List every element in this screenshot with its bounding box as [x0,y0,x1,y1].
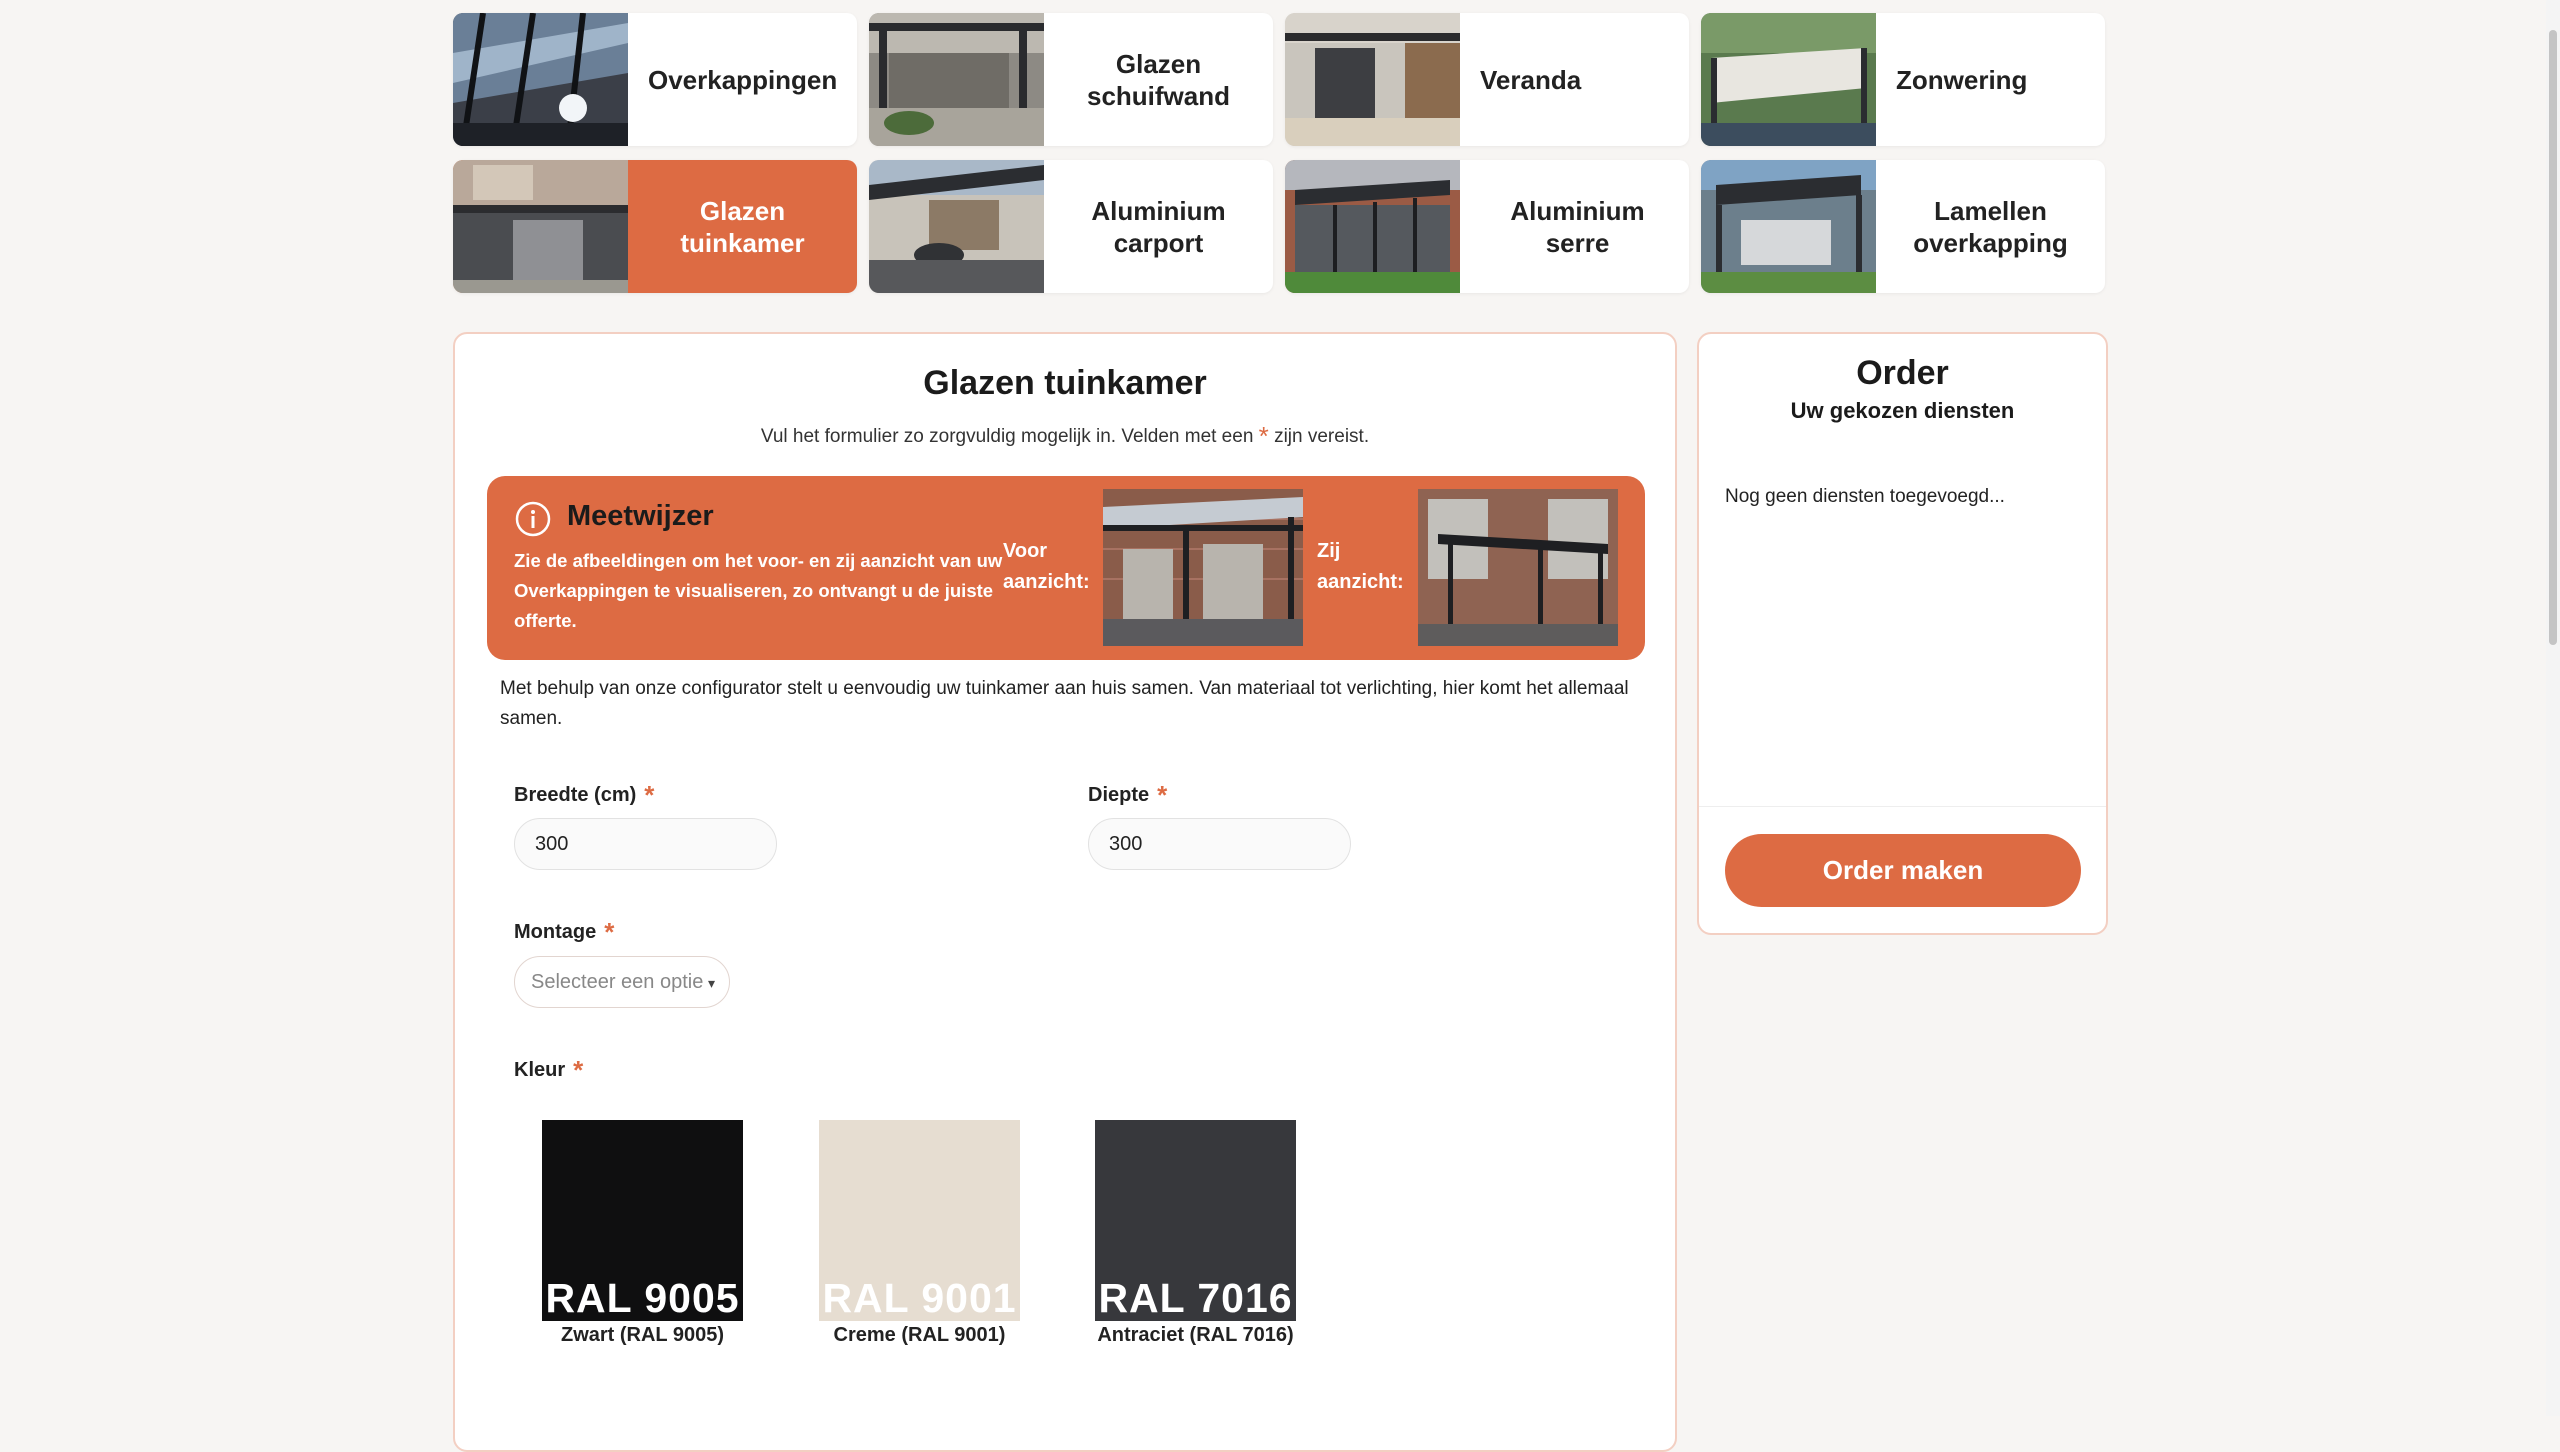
order-panel: Order Uw gekozen diensten Nog geen diens… [1697,332,2108,935]
width-input[interactable] [514,818,777,870]
color-label-text: Kleur [514,1059,566,1081]
category-label: Zonwering [1896,64,2028,95]
color-label: Kleur * [514,1052,584,1085]
swatch-caption: Creme (RAL 9001) [833,1324,1006,1346]
color-option-zwart[interactable]: RAL 9005 Zwart (RAL 9005) [542,1120,743,1348]
category-glazen-tuinkamer[interactable]: Glazen tuinkamer [453,160,857,293]
measure-guide: Meetwijzer Zie de afbeeldingen om het vo… [487,476,1645,660]
front-view-image [1103,489,1303,646]
order-title: Order [1856,354,1949,392]
category-image [453,160,628,293]
chevron-down-icon: ▾ [707,975,715,991]
category-aluminium-carport[interactable]: Aluminium carport [869,160,1273,293]
category-label: Lamellen overkapping [1913,195,2068,258]
scrollbar-thumb[interactable] [2549,30,2557,645]
guide-text: Zie de afbeeldingen om het voor- en zij … [514,550,1003,631]
color-swatch: RAL 7016 [1095,1120,1296,1321]
category-overkappingen[interactable]: Overkappingen [453,13,857,146]
side-view-image [1418,489,1618,646]
order-subtitle: Uw gekozen diensten [1790,398,2015,423]
category-image [1701,13,1876,146]
required-marker: * [644,780,655,810]
category-glazen-schuifwand[interactable]: Glazen schuifwand [869,13,1273,146]
category-label: Veranda [1480,64,1582,95]
mounting-placeholder: Selecteer een optie [531,970,704,993]
category-image [1285,13,1460,146]
width-label: Breedte (cm) * [514,777,655,810]
swatch-code: RAL 7016 [1098,1275,1293,1321]
category-image [453,13,628,146]
required-marker: * [1157,780,1168,810]
info-icon [515,501,551,537]
side-view-label: Zij aanzicht: [1317,540,1404,593]
category-lamellen-overkapping[interactable]: Lamellen overkapping [1701,160,2105,293]
order-empty-message: Nog geen diensten toegevoegd... [1725,486,2005,507]
category-label: Overkappingen [648,64,838,95]
category-image [1285,160,1460,293]
required-marker: * [1258,421,1269,451]
category-grid: Overkappingen Glazen schuifwand Veranda … [453,13,2107,295]
divider [1699,806,2106,807]
category-aluminium-serre[interactable]: Aluminium serre [1285,160,1689,293]
front-view-label: Voor aanzicht: [1003,540,1090,593]
category-zonwering[interactable]: Zonwering [1701,13,2105,146]
subtitle-text: zijn vereist. [1274,426,1370,447]
category-label: Glazen schuifwand [1086,48,1230,111]
scrollbar[interactable] [2546,0,2560,1416]
mounting-label: Montage * [514,914,615,947]
color-option-creme[interactable]: RAL 9001 Creme (RAL 9001) [819,1120,1020,1348]
category-label: Glazen tuinkamer [680,195,805,258]
mounting-label-text: Montage [514,921,597,943]
intro-text: Met behulp van onze configurator stelt u… [500,678,1629,729]
color-swatch: RAL 9005 [542,1120,743,1321]
depth-label-text: Diepte [1088,784,1150,806]
depth-label: Diepte * [1088,777,1168,810]
swatch-code: RAL 9001 [822,1275,1017,1321]
category-label: Aluminium serre [1510,195,1645,258]
mounting-select[interactable]: Selecteer een optie ▾ [514,956,730,1008]
swatch-caption: Zwart (RAL 9005) [560,1324,724,1346]
category-image [869,13,1044,146]
required-marker: * [604,917,615,947]
depth-input[interactable] [1088,818,1351,870]
category-veranda[interactable]: Veranda [1285,13,1689,146]
color-option-antraciet[interactable]: RAL 7016 Antraciet (RAL 7016) [1095,1120,1296,1348]
make-order-button[interactable]: Order maken [1725,834,2081,907]
category-image [869,160,1044,293]
required-marker: * [573,1055,584,1085]
form-title: Glazen tuinkamer [923,364,1207,402]
form-subtitle: Vul het formulier zo zorgvuldig mogelijk… [455,418,1675,451]
swatch-code: RAL 9005 [545,1275,740,1321]
category-label: Aluminium carport [1091,195,1226,258]
configurator-form: Glazen tuinkamer Vul het formulier zo zo… [453,332,1677,1452]
category-image [1701,160,1876,293]
guide-title: Meetwijzer [567,500,714,532]
subtitle-text: Vul het formulier zo zorgvuldig mogelijk… [760,426,1254,447]
swatch-caption: Antraciet (RAL 7016) [1097,1324,1294,1346]
color-swatch: RAL 9001 [819,1120,1020,1321]
width-label-text: Breedte (cm) [514,784,637,806]
